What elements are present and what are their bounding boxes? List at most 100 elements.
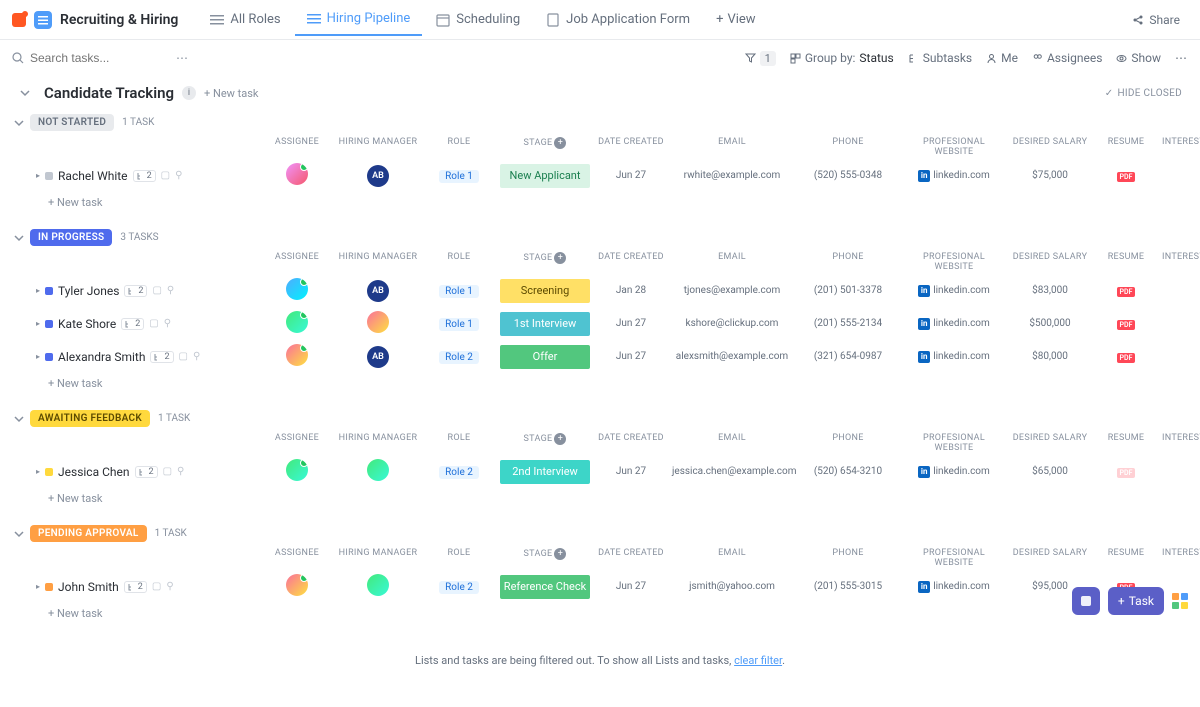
column-header[interactable]: INTEREST [1162,433,1200,453]
attachment-icon[interactable]: ⚲ [167,285,174,296]
new-task-row[interactable]: + New task [12,192,1188,213]
column-header[interactable]: HIRING MANAGER [338,137,418,157]
column-header[interactable]: ROLE [424,137,494,157]
collapse-icon[interactable] [12,231,26,245]
assignee-avatar[interactable] [286,163,308,185]
column-header[interactable]: PROFESIONAL WEBSITE [904,137,1004,157]
column-header[interactable]: INTEREST [1162,548,1200,568]
column-header[interactable]: ASSIGNEE [262,433,332,453]
expand-icon[interactable]: ▸ [36,467,40,476]
column-header[interactable]: DATE CREATED [596,433,666,453]
column-header[interactable]: DATE CREATED [596,137,666,157]
website-cell[interactable]: inlinkedin.com [904,581,1004,593]
subtask-badge[interactable]: 2 [133,170,156,182]
role-chip[interactable]: Role 2 [439,581,479,594]
quick-note-button[interactable] [1072,587,1100,615]
assignees-button[interactable]: Assignees [1032,51,1102,65]
add-stage-icon[interactable]: + [554,548,566,560]
collapse-icon[interactable] [18,86,32,100]
hide-closed-button[interactable]: ✓ HIDE CLOSED [1105,88,1182,99]
assignee-avatar[interactable] [286,574,308,596]
expand-icon[interactable]: ▸ [36,286,40,295]
email-cell[interactable]: tjones@example.com [672,285,792,296]
stage-cell[interactable]: Reference Check [500,575,590,599]
email-cell[interactable]: kshore@clickup.com [672,318,792,329]
avatar[interactable] [367,459,389,481]
attachment-icon[interactable]: ⚲ [193,351,200,362]
website-cell[interactable]: inlinkedin.com [904,170,1004,182]
status-chip[interactable]: IN PROGRESS [30,229,112,246]
expand-icon[interactable]: ▸ [36,352,40,361]
subtask-badge[interactable]: 2 [150,351,173,363]
new-task-row[interactable]: + New task [12,488,1188,509]
note-icon[interactable]: ▢ [149,318,158,329]
column-header[interactable]: HIRING MANAGER [338,433,418,453]
group-by-button[interactable]: Group by: Status [790,51,894,65]
website-cell[interactable]: inlinkedin.com [904,351,1004,363]
column-header[interactable]: ROLE [424,433,494,453]
add-view-button[interactable]: + View [704,3,768,36]
stage-cell[interactable]: New Applicant [500,164,590,188]
column-header[interactable]: DATE CREATED [596,548,666,568]
email-cell[interactable]: jessica.chen@example.com [672,466,792,477]
note-icon[interactable]: ▢ [163,466,172,477]
column-header[interactable]: PROFESIONAL WEBSITE [904,548,1004,568]
column-header[interactable]: INTEREST [1162,252,1200,272]
task-row[interactable]: ▸ Kate Shore 2 ▢ ⚲ Role 1 1st Interview … [12,307,1188,340]
subtask-badge[interactable]: 2 [135,466,158,478]
column-header[interactable]: DESIRED SALARY [1010,137,1090,157]
task-row[interactable]: ▸ Jessica Chen 2 ▢ ⚲ Role 2 2nd Intervie… [12,455,1188,488]
resume-cell[interactable]: PDF [1096,284,1156,297]
role-chip[interactable]: Role 1 [439,318,479,331]
column-header[interactable]: STAGE+ [500,252,590,272]
resume-cell[interactable]: PDF [1096,317,1156,330]
role-chip[interactable]: Role 1 [439,285,479,298]
new-task-row[interactable]: + New task [12,603,1188,624]
website-cell[interactable]: inlinkedin.com [904,285,1004,297]
email-cell[interactable]: jsmith@yahoo.com [672,581,792,592]
task-row[interactable]: ▸ Tyler Jones 2 ▢ ⚲ AB Role 1 Screening … [12,274,1188,307]
column-header[interactable]: STAGE+ [500,433,590,453]
column-header[interactable]: RESUME [1096,252,1156,272]
clear-filter-link[interactable]: clear filter [734,654,782,667]
expand-icon[interactable]: ▸ [36,582,40,591]
role-chip[interactable]: Role 1 [439,170,479,183]
resume-cell[interactable]: PDF [1096,465,1156,478]
column-header[interactable]: PHONE [798,137,898,157]
column-header[interactable]: EMAIL [672,548,792,568]
website-cell[interactable]: inlinkedin.com [904,318,1004,330]
add-stage-icon[interactable]: + [554,252,566,264]
task-row[interactable]: ▸ Rachel White 2 ▢ ⚲ AB Role 1 New Appli… [12,159,1188,192]
tab-scheduling[interactable]: Scheduling [424,3,532,36]
search-options-icon[interactable]: ⋯ [176,51,188,65]
list-icon[interactable] [34,11,52,29]
status-chip[interactable]: PENDING APPROVAL [30,525,147,542]
note-icon[interactable]: ▢ [161,170,170,181]
website-cell[interactable]: inlinkedin.com [904,466,1004,478]
note-icon[interactable]: ▢ [152,285,161,296]
subtask-badge[interactable]: 2 [124,285,147,297]
subtask-badge[interactable]: 2 [121,318,144,330]
add-stage-icon[interactable]: + [554,433,566,445]
column-header[interactable]: DESIRED SALARY [1010,548,1090,568]
subtasks-button[interactable]: Subtasks [908,51,972,65]
assignee-avatar[interactable] [286,459,308,481]
avatar[interactable] [367,311,389,333]
show-button[interactable]: Show [1116,51,1161,65]
column-header[interactable]: RESUME [1096,433,1156,453]
role-chip[interactable]: Role 2 [439,351,479,364]
resume-cell[interactable]: PDF [1096,169,1156,182]
column-header[interactable]: DESIRED SALARY [1010,433,1090,453]
email-cell[interactable]: rwhite@example.com [672,170,792,181]
resume-cell[interactable]: PDF [1096,350,1156,363]
column-header[interactable]: ASSIGNEE [262,252,332,272]
column-header[interactable]: ASSIGNEE [262,137,332,157]
avatar[interactable]: AB [367,165,389,187]
stage-cell[interactable]: Offer [500,345,590,369]
collapse-icon[interactable] [12,527,26,541]
avatar[interactable]: AB [367,280,389,302]
new-task-floating-button[interactable]: + Task [1108,587,1164,615]
avatar[interactable]: AB [367,346,389,368]
column-header[interactable]: INTEREST [1162,137,1200,157]
expand-icon[interactable]: ▸ [36,171,40,180]
